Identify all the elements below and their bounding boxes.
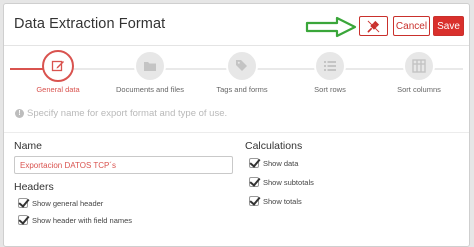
name-section-title: Name [14, 140, 43, 152]
disconnect-button[interactable] [359, 16, 388, 36]
tags-icon [236, 60, 247, 71]
export-format-dialog: Data Extraction Format Cancel Save Gener… [3, 3, 470, 247]
step-sort-rows[interactable]: Sort rows [285, 50, 375, 94]
step-sort-columns[interactable]: Sort columns [374, 50, 464, 94]
header-divider [4, 45, 469, 46]
step-label: Sort columns [397, 85, 441, 94]
info-icon: ! [15, 109, 24, 118]
checkbox-checked-icon [249, 177, 259, 187]
checkbox-checked-icon [18, 198, 28, 208]
unplug-icon [367, 20, 380, 32]
checkbox-checked-icon [249, 158, 259, 168]
hint-text: ! Specify name for export format and typ… [15, 108, 227, 119]
annotation-arrow [305, 16, 357, 38]
step-label: General data [36, 85, 80, 94]
edit-icon [51, 60, 64, 72]
step-general-data[interactable]: General data [13, 50, 103, 94]
cancel-button[interactable]: Cancel [393, 16, 430, 36]
checkbox-checked-icon [18, 215, 28, 225]
list-icon [324, 61, 336, 71]
step-label: Documents and files [116, 85, 184, 94]
step-tags-and-forms[interactable]: Tags and forms [197, 50, 287, 94]
folder-icon [144, 62, 156, 71]
show-totals-checkbox[interactable]: Show totals [249, 196, 302, 206]
step-label: Tags and forms [216, 85, 268, 94]
calculations-section-title: Calculations [245, 140, 303, 152]
dialog-title: Data Extraction Format [14, 16, 166, 32]
show-data-checkbox[interactable]: Show data [249, 158, 298, 168]
columns-icon [412, 59, 426, 73]
step-label: Sort rows [314, 85, 346, 94]
step-documents-and-files[interactable]: Documents and files [105, 50, 195, 94]
content-divider [4, 132, 469, 133]
hint-label: Specify name for export format and type … [27, 108, 228, 119]
headers-section-title: Headers [14, 181, 54, 193]
format-name-input[interactable] [14, 156, 233, 174]
show-general-header-checkbox[interactable]: Show general header [18, 198, 103, 208]
checkbox-checked-icon [249, 196, 259, 206]
save-button[interactable]: Save [433, 16, 464, 36]
show-header-field-names-checkbox[interactable]: Show header with field names [18, 215, 132, 225]
show-subtotals-checkbox[interactable]: Show subtotals [249, 177, 314, 187]
